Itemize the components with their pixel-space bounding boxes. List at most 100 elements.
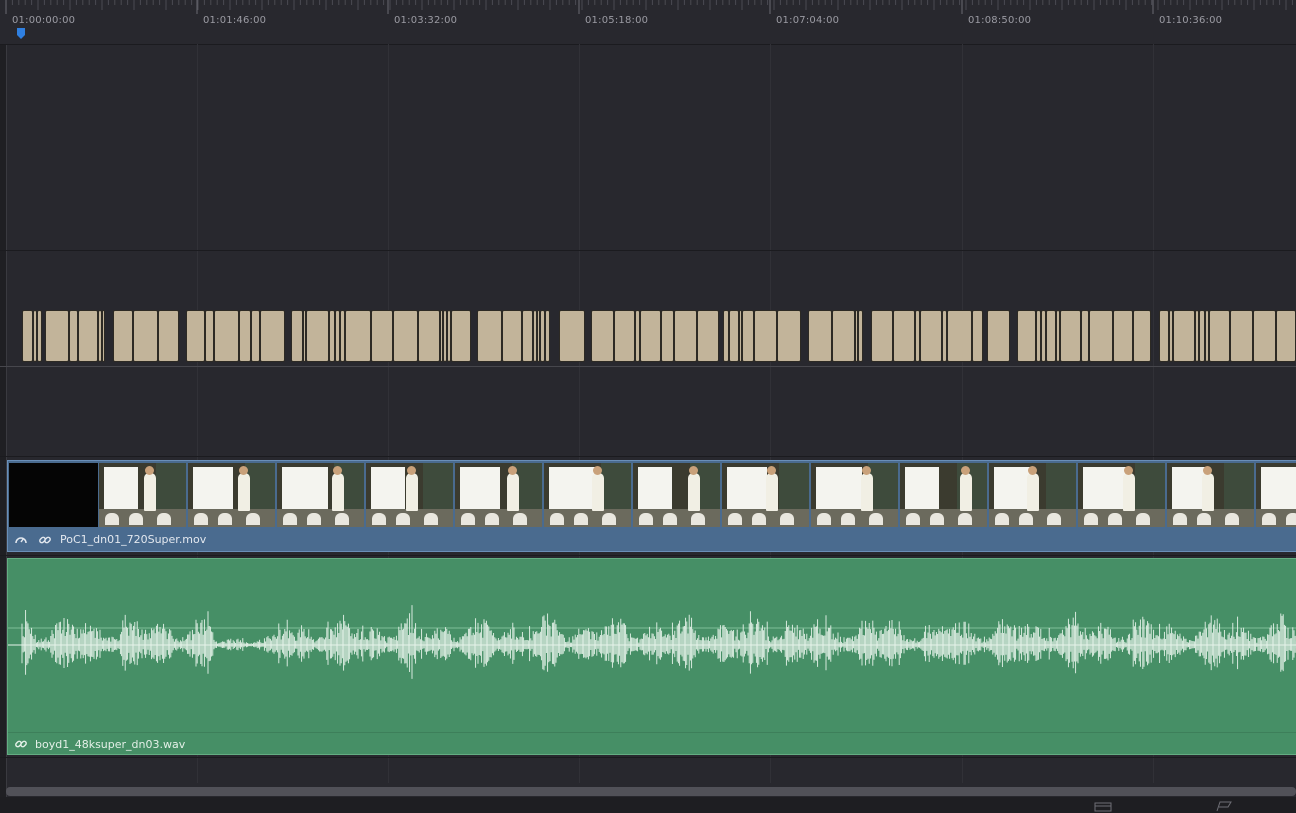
subtitle-caption[interactable] [418,310,440,362]
track-height-icon[interactable] [1093,800,1113,812]
subtitle-caption[interactable] [78,310,98,362]
subtitle-caption[interactable] [133,310,158,362]
subtitle-caption[interactable] [306,310,329,362]
subtitle-caption[interactable] [345,310,371,362]
video-thumbnail [544,463,631,527]
video-thumbnail [1167,463,1254,527]
timeline-editor[interactable]: 01:00:00:00 01:01:46:00 01:03:32:00 01:0… [0,0,1296,813]
subtitle-caption[interactable] [1017,310,1036,362]
subtitle-caption[interactable] [451,310,471,362]
subtitle-caption[interactable] [920,310,942,362]
subtitle-caption[interactable] [1089,310,1113,362]
video-thumbnail [722,463,809,527]
subtitle-caption[interactable] [832,310,855,362]
video-thumbnail [633,463,720,527]
video-thumbnail [99,463,186,527]
subtitle-caption[interactable] [777,310,801,362]
timecode-label: 01:03:32:00 [394,15,458,26]
subtitle-caption[interactable] [205,310,214,362]
video-clip[interactable]: PoC1_dn01_720Super.mov [7,460,1296,552]
subtitle-caption[interactable] [1230,310,1253,362]
subtitle-caption[interactable] [661,310,674,362]
subtitle-caption[interactable] [947,310,972,362]
subtitle-caption[interactable] [972,310,983,362]
subtitle-caption[interactable] [260,310,285,362]
flag-icon[interactable] [1213,800,1233,812]
subtitle-caption[interactable] [858,310,863,362]
video-thumbnail [366,463,453,527]
subtitle-caption[interactable] [1173,310,1195,362]
subtitle-caption[interactable] [614,310,635,362]
subtitle-caption[interactable] [22,310,33,362]
subtitle-caption[interactable] [640,310,661,362]
subtitle-caption[interactable] [729,310,739,362]
video-thumbnail [900,463,987,527]
subtitle-caption[interactable] [742,310,754,362]
subtitle-caption[interactable] [1276,310,1296,362]
subtitle-caption[interactable] [1159,310,1169,362]
subtitle-caption[interactable] [371,310,393,362]
audio-clip-label-bar: boyd1_48ksuper_dn03.wav [8,732,1296,755]
video-thumbnail [1256,463,1296,527]
video-thumbnail [811,463,898,527]
subtitle-caption[interactable] [186,310,205,362]
track-separator [0,456,1296,457]
subtitle-caption[interactable] [393,310,418,362]
subtitle-caption[interactable] [697,310,719,362]
track-separator [0,555,1296,556]
video-thumbnail [277,463,364,527]
subtitle-caption[interactable] [502,310,522,362]
horizontal-scrollbar[interactable] [6,787,1296,796]
waveform-peaks [21,605,1296,679]
speed-change-icon [15,537,27,544]
video-thumbnail [188,463,275,527]
subtitle-caption[interactable] [113,310,133,362]
subtitle-caption[interactable] [591,310,614,362]
timecode-label: 01:10:36:00 [1159,15,1223,26]
track-separator [0,366,1296,367]
timeline-bottom-bar [0,797,1296,813]
audio-clip-name: boyd1_48ksuper_dn03.wav [35,738,186,751]
subtitle-caption[interactable] [1133,310,1151,362]
subtitle-caption[interactable] [559,310,585,362]
track-separator [0,250,1296,251]
subtitle-caption[interactable] [1060,310,1081,362]
subtitle-caption[interactable] [477,310,502,362]
subtitle-caption[interactable] [893,310,915,362]
track-separator [0,757,1296,758]
subtitle-caption[interactable] [808,310,832,362]
timecode-label: 01:07:04:00 [776,15,840,26]
subtitle-caption[interactable] [1253,310,1276,362]
subtitle-caption[interactable] [1046,310,1056,362]
video-thumbnails [8,461,1296,528]
video-clip-name: PoC1_dn01_720Super.mov [60,533,207,546]
timecode-ruler[interactable]: 01:00:00:00 01:01:46:00 01:03:32:00 01:0… [0,0,1296,45]
subtitle-caption[interactable] [987,310,1010,362]
link-icon [15,740,27,748]
subtitle-caption[interactable] [37,310,42,362]
subtitle-caption[interactable] [239,310,251,362]
subtitle-caption[interactable] [1081,310,1089,362]
subtitle-caption[interactable] [158,310,179,362]
timecode-label: 01:08:50:00 [968,15,1032,26]
subtitle-caption[interactable] [1113,310,1133,362]
subtitle-caption[interactable] [291,310,303,362]
subtitle-caption[interactable] [522,310,533,362]
subtitle-track[interactable] [22,310,1296,364]
video-thumbnail [455,463,542,527]
subtitle-caption[interactable] [545,310,550,362]
subtitle-caption[interactable] [1209,310,1230,362]
subtitle-caption[interactable] [871,310,893,362]
timecode-label: 01:05:18:00 [585,15,649,26]
playhead-marker-icon[interactable] [16,27,26,40]
audio-clip[interactable]: boyd1_48ksuper_dn03.wav [7,558,1296,755]
subtitle-caption[interactable] [251,310,260,362]
timecode-label: 01:01:46:00 [203,15,267,26]
subtitle-caption[interactable] [674,310,697,362]
subtitle-caption[interactable] [754,310,777,362]
video-thumbnail [9,463,98,527]
subtitle-caption[interactable] [102,310,105,362]
subtitle-caption[interactable] [69,310,78,362]
subtitle-caption[interactable] [214,310,239,362]
subtitle-caption[interactable] [45,310,69,362]
